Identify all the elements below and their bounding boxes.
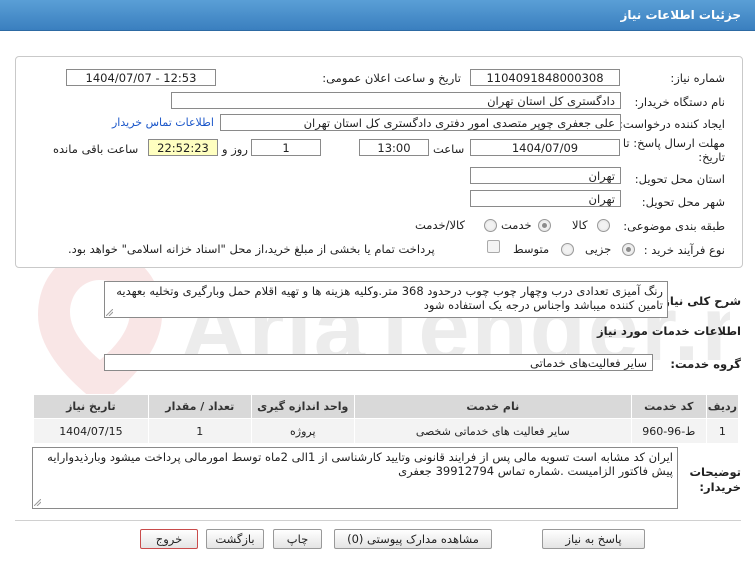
general-description-label: شرح کلی نیاز: xyxy=(658,294,741,308)
category-radio-goods-service[interactable] xyxy=(484,219,497,232)
page-title: جزئیات اطلاعات نیاز xyxy=(620,8,741,22)
respond-button[interactable]: پاسخ به نیاز xyxy=(542,529,645,549)
category-option-goods-service: کالا/خدمت xyxy=(415,218,466,232)
cell-service-code: ط-96-960 xyxy=(630,418,707,444)
service-group-label: گروه خدمت: xyxy=(670,357,741,371)
delivery-province-field: تهران xyxy=(470,167,621,184)
deadline-date-field: 1404/07/09 xyxy=(470,139,620,156)
attachments-button[interactable]: مشاهده مدارک پیوستی (0) xyxy=(334,529,492,549)
services-table: ردیف کد خدمت نام خدمت واحد اندازه گیری ت… xyxy=(33,394,740,444)
deadline-time-label: ساعت xyxy=(433,142,465,156)
purchase-type-label: نوع فرآیند خرید : xyxy=(643,243,725,257)
treasury-note: پرداخت تمام یا بخشی از مبلغ خرید،از محل … xyxy=(68,242,435,256)
footer-divider xyxy=(15,520,741,521)
header-row-number: ردیف xyxy=(705,394,740,419)
exit-button[interactable]: خروج xyxy=(140,529,198,549)
deadline-time-field: 13:00 xyxy=(359,139,429,156)
delivery-city-field: تهران xyxy=(470,190,621,207)
need-number-field: 1104091848000308 xyxy=(470,69,620,86)
header-service-name: نام خدمت xyxy=(353,394,632,419)
header-quantity: تعداد / مقدار xyxy=(147,394,252,419)
remaining-days-field: 1 xyxy=(251,139,321,156)
general-description-box: رنگ آمیزی تعدادی درب وچهار چوب چوب درحدو… xyxy=(104,281,668,318)
purchase-option-minor: جزیی xyxy=(585,242,612,256)
general-description-text: رنگ آمیزی تعدادی درب وچهار چوب چوب درحدو… xyxy=(116,284,663,312)
category-option-goods: کالا xyxy=(572,218,588,232)
header-service-code: کد خدمت xyxy=(630,394,707,419)
service-group-field: سایر فعالیت‌های خدماتی xyxy=(104,354,653,371)
remaining-time-field: 22:52:23 xyxy=(148,139,218,156)
purchase-radio-medium[interactable] xyxy=(561,243,574,256)
page-header: جزئیات اطلاعات نیاز xyxy=(0,0,755,31)
buyer-contact-link[interactable]: اطلاعات تماس خریدار xyxy=(112,116,214,129)
cell-service-name: سایر فعالیت های خدماتی شخصی xyxy=(353,418,632,444)
creator-field: علی جعفری چوپر متصدی امور دفتری دادگستری… xyxy=(220,114,621,131)
purchase-radio-minor[interactable] xyxy=(622,243,635,256)
need-info-panel xyxy=(15,56,743,268)
treasury-checkbox[interactable] xyxy=(487,240,500,253)
buyer-org-label: نام دستگاه خریدار: xyxy=(634,95,725,109)
buyer-org-field: دادگستری کل استان تهران xyxy=(171,92,621,109)
buyer-notes-label: توضیحات xyxy=(689,465,742,479)
creator-label: ایجاد کننده درخواست: xyxy=(619,117,725,131)
resize-handle-icon[interactable] xyxy=(34,499,41,506)
announce-datetime-label: تاریخ و ساعت اعلان عمومی: xyxy=(322,71,461,85)
cell-row-number: 1 xyxy=(705,418,740,444)
remaining-days-label: روز و xyxy=(222,142,248,156)
delivery-city-label: شهر محل تحویل: xyxy=(641,195,725,209)
services-section-title: اطلاعات خدمات مورد نیاز xyxy=(597,324,741,338)
print-button[interactable]: چاپ xyxy=(273,529,322,549)
deadline-label-date: تاریخ: xyxy=(698,150,725,164)
cell-unit: پروژه xyxy=(250,418,355,444)
resize-handle-icon[interactable] xyxy=(106,309,113,316)
need-number-label: شماره نیاز: xyxy=(670,71,725,85)
buyer-notes-text: ایران کد مشابه است تسویه مالی پس از فرای… xyxy=(47,450,673,478)
cell-quantity: 1 xyxy=(147,418,252,444)
back-button[interactable]: بازگشت xyxy=(206,529,264,549)
remaining-time-label: ساعت باقی مانده xyxy=(53,142,139,156)
announce-datetime-field: 1404/07/07 - 12:53 xyxy=(66,69,216,86)
buyer-notes-box: ایران کد مشابه است تسویه مالی پس از فرای… xyxy=(32,447,678,509)
category-label: طبقه بندی موضوعی: xyxy=(623,219,725,233)
services-table-header-row: ردیف کد خدمت نام خدمت واحد اندازه گیری ت… xyxy=(33,394,740,419)
delivery-province-label: استان محل تحویل: xyxy=(634,172,725,186)
buyer-notes-label-2: خریدار: xyxy=(699,480,741,494)
cell-need-date: 1404/07/15 xyxy=(33,418,149,444)
deadline-label: مهلت ارسال پاسخ: تا xyxy=(622,136,725,150)
category-option-service: خدمت xyxy=(501,218,532,232)
category-radio-service[interactable] xyxy=(538,219,551,232)
purchase-option-medium: متوسط xyxy=(513,242,550,256)
header-unit: واحد اندازه گیری xyxy=(250,394,355,419)
header-need-date: تاریخ نیاز xyxy=(33,394,149,419)
table-row: 1 ط-96-960 سایر فعالیت های خدماتی شخصی پ… xyxy=(33,418,740,444)
category-radio-goods[interactable] xyxy=(597,219,610,232)
